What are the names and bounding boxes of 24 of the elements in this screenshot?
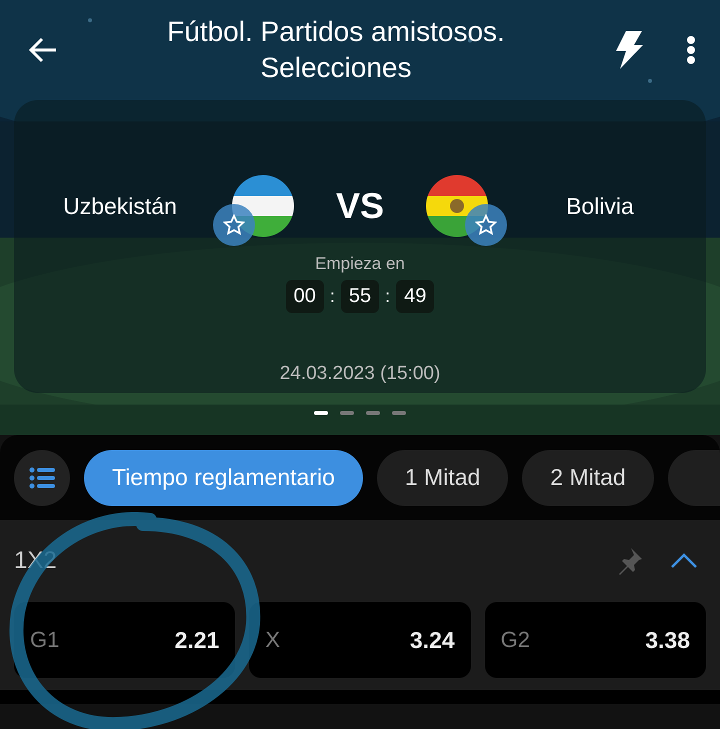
match-date: 24.03.2023 (15:00)	[280, 363, 440, 385]
timer-separator: :	[330, 286, 335, 307]
collapse-chevron-icon[interactable]	[670, 552, 698, 570]
lightning-icon[interactable]	[614, 31, 644, 69]
star-icon	[222, 214, 245, 236]
period-tab[interactable]: 1 Mitad	[376, 450, 508, 506]
odds-button[interactable]: X 3.24	[249, 602, 471, 678]
list-icon	[29, 466, 55, 488]
page-title: Fútbol. Partidos amistosos. Selecciones	[166, 15, 506, 85]
team-name: Uzbekistán	[62, 192, 178, 220]
team-name: Bolivia	[565, 192, 635, 220]
page-indicator[interactable]	[314, 411, 328, 415]
back-arrow-icon[interactable]	[28, 37, 58, 63]
period-tab[interactable]: 2 Mitad	[522, 450, 654, 506]
more-menu-icon[interactable]	[686, 36, 696, 64]
countdown-value: 00	[286, 280, 324, 313]
star-icon	[474, 214, 497, 236]
odds-button[interactable]: G1 2.21	[14, 602, 236, 678]
odds-button[interactable]: G2 3.38	[484, 602, 706, 678]
timer-separator: :	[385, 286, 390, 307]
countdown-value: 55	[340, 280, 380, 313]
starts-label: Empieza en	[315, 254, 405, 274]
versus-label: VS	[336, 185, 384, 227]
countdown-value: 49	[396, 280, 434, 313]
